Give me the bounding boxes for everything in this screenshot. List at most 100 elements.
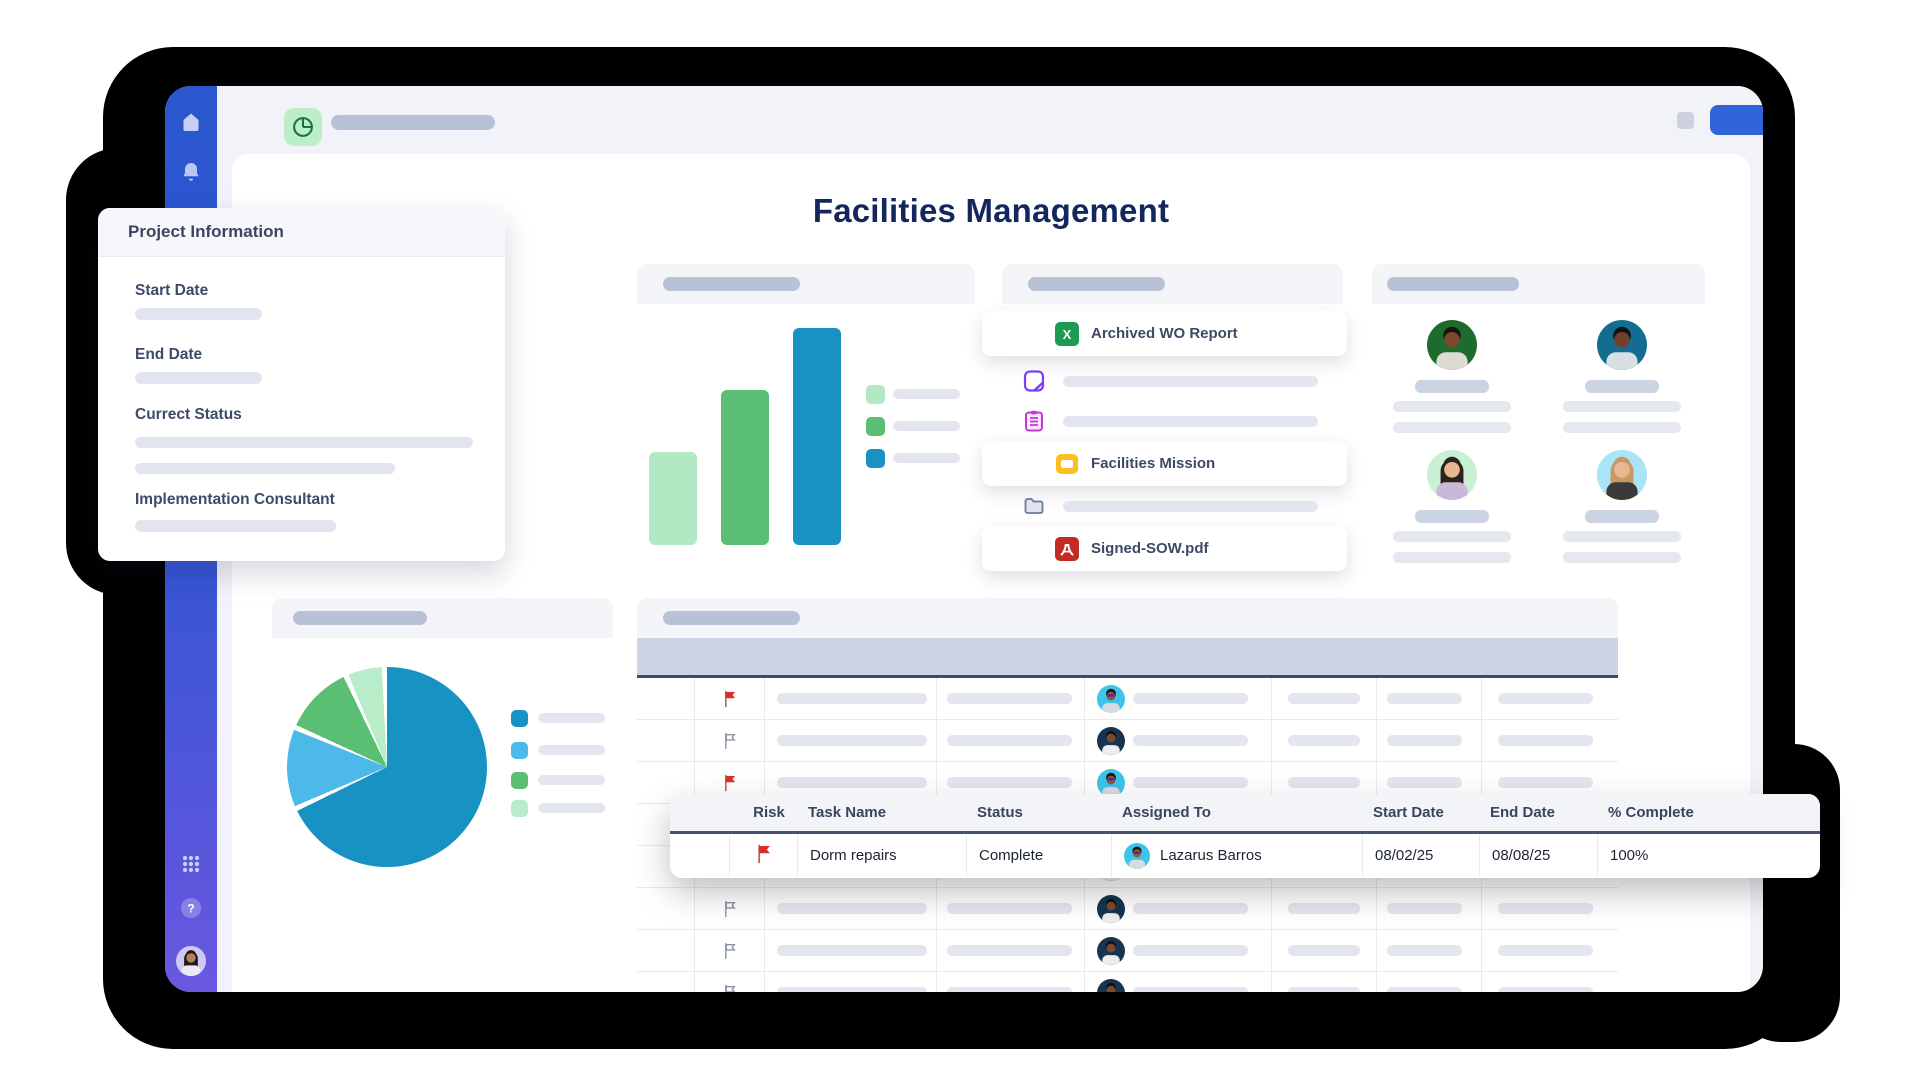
files-panel: X Archived WO Report [1002, 264, 1343, 576]
panel-header [1002, 264, 1343, 304]
topbar-title-placeholder [331, 115, 495, 130]
legend-swatch [866, 417, 885, 436]
risk-flag-cell [695, 972, 765, 992]
table-row[interactable] [637, 888, 1618, 930]
bell-icon[interactable] [177, 158, 205, 186]
file-row-note[interactable] [1002, 369, 1343, 393]
cell-placeholder [1133, 777, 1248, 788]
legend-swatch [511, 742, 528, 759]
popup-header-status: Status [967, 804, 1112, 821]
pie-chart-app-icon[interactable] [284, 108, 322, 146]
placeholder-cell [765, 720, 937, 761]
cell-placeholder [1288, 945, 1360, 956]
field-value-placeholder [135, 520, 336, 532]
popup-header-assigned-to: Assigned To [1112, 804, 1363, 821]
cell-placeholder [777, 903, 927, 914]
pdf-file-icon [1055, 537, 1079, 561]
field-value-placeholder [135, 463, 395, 474]
popup-cell-end-date[interactable]: 08/08/25 [1480, 834, 1598, 877]
popup-header-end-date: End Date [1480, 804, 1598, 821]
placeholder-cell [765, 930, 937, 971]
risk-flag-cell [695, 720, 765, 761]
cell-placeholder [777, 693, 927, 704]
cell-placeholder [1288, 693, 1360, 704]
person-detail-placeholder [1393, 552, 1511, 563]
gray-flag-icon [723, 900, 737, 918]
field-value-placeholder [135, 437, 473, 448]
folder-icon [1022, 494, 1046, 518]
user-avatar[interactable] [176, 946, 206, 976]
file-row-clipboard[interactable] [1002, 409, 1343, 433]
panel-title-placeholder [1387, 277, 1519, 291]
popup-cell-risk[interactable] [730, 834, 798, 877]
popup-header-percent-complete: % Complete [1598, 804, 1820, 821]
assignee-avatar [1097, 727, 1125, 755]
topbar-secondary-control[interactable] [1677, 112, 1694, 129]
placeholder-cell [1272, 972, 1377, 992]
person-detail-placeholder [1563, 401, 1681, 412]
popup-cell-task-name[interactable]: Dorm repairs [798, 834, 967, 877]
legend-swatch [511, 800, 528, 817]
cell-placeholder [947, 777, 1072, 788]
assigned-to-cell [1085, 930, 1272, 971]
person-name-placeholder [1415, 380, 1489, 393]
legend-label-placeholder [538, 803, 605, 813]
project-information-card: Project Information Start Date End Date … [98, 208, 505, 561]
placeholder-cell [937, 888, 1085, 929]
file-card-slides[interactable]: Facilities Mission [982, 441, 1347, 486]
assignee-avatar [1097, 979, 1125, 993]
file-name-placeholder [1063, 376, 1318, 387]
cell-placeholder [1133, 945, 1248, 956]
assignee-avatar [1097, 769, 1125, 797]
person-detail-placeholder [1393, 422, 1511, 433]
popup-cell-status[interactable]: Complete [967, 834, 1112, 877]
file-name-placeholder [1063, 501, 1318, 512]
assigned-to-cell [1085, 972, 1272, 992]
file-label: Facilities Mission [1091, 455, 1215, 472]
table-row[interactable] [637, 972, 1618, 992]
file-row-folder[interactable] [1002, 494, 1343, 518]
placeholder-cell [765, 972, 937, 992]
help-icon[interactable]: ? [177, 894, 205, 922]
popup-cell-percent-complete[interactable]: 100% [1598, 834, 1820, 877]
assignee-name: Lazarus Barros [1160, 847, 1262, 864]
table-row[interactable] [637, 930, 1618, 972]
excel-file-icon: X [1055, 322, 1079, 346]
person-avatar [1597, 450, 1647, 500]
empty-cell [637, 678, 695, 719]
cell-placeholder [1288, 903, 1360, 914]
gray-flag-icon [723, 942, 737, 960]
cell-placeholder [1387, 693, 1462, 704]
home-icon[interactable] [177, 108, 205, 136]
cell-placeholder [777, 735, 927, 746]
legend-label-placeholder [893, 389, 960, 399]
risk-flag-cell [695, 678, 765, 719]
popup-cell-spacer [670, 834, 730, 877]
panel-header [637, 598, 1618, 638]
cell-placeholder [1498, 903, 1593, 914]
placeholder-cell [1377, 720, 1482, 761]
table-row[interactable] [637, 720, 1618, 762]
legend-swatch [511, 772, 528, 789]
task-row-popup[interactable]: Risk Task Name Status Assigned To Start … [670, 794, 1820, 878]
person-detail-placeholder [1563, 552, 1681, 563]
popup-cell-assigned-to[interactable]: Lazarus Barros [1112, 834, 1363, 877]
apps-grid-icon[interactable] [177, 850, 205, 878]
table-header-band [637, 638, 1618, 678]
placeholder-cell [1377, 972, 1482, 992]
cell-placeholder [947, 903, 1072, 914]
file-card-pdf[interactable]: Signed-SOW.pdf [982, 526, 1347, 571]
popup-cell-start-date[interactable]: 08/02/25 [1363, 834, 1480, 877]
legend-label-placeholder [538, 745, 605, 755]
popup-task-row[interactable]: Dorm repairs Complete Lazarus Barros 08/… [670, 834, 1820, 877]
file-card-excel[interactable]: X Archived WO Report [982, 311, 1347, 356]
field-label-implementation-consultant: Implementation Consultant [135, 491, 335, 509]
popup-header-row: Risk Task Name Status Assigned To Start … [670, 794, 1820, 834]
person-avatar [1427, 450, 1477, 500]
empty-cell [637, 972, 695, 992]
legend-label-placeholder [538, 713, 605, 723]
topbar [217, 86, 1763, 154]
clipboard-file-icon [1022, 409, 1046, 433]
table-row[interactable] [637, 678, 1618, 720]
primary-action-button[interactable] [1710, 105, 1763, 135]
